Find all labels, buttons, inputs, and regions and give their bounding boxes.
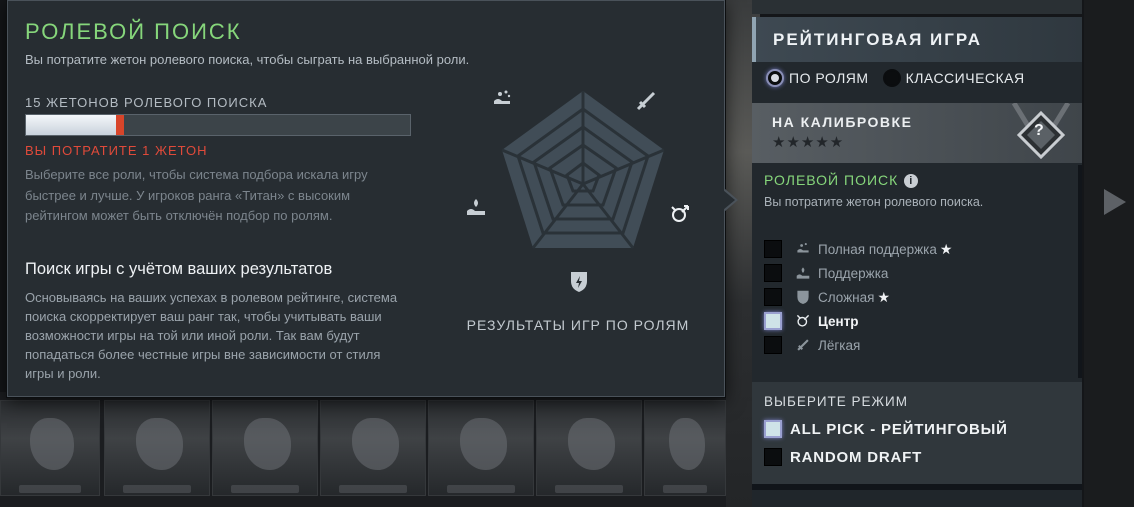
game-mode-label: ALL PICK - РЕЙТИНГОВЫЙ [790,420,1008,438]
role-label: Полная поддержка [818,241,937,257]
hard-support-icon [494,90,511,104]
soft-support-icon [796,266,810,280]
tokens-spend-warning: ВЫ ПОТРАТИТЕ 1 ЖЕТОН [25,143,208,158]
star-icon: ★ [939,240,953,257]
game-mode-checkbox[interactable] [764,448,782,466]
soft-support-icon [467,199,485,215]
scrollbar[interactable] [1078,165,1082,378]
role-search-subtitle: Вы потратите жетон ролевого поиска. [764,195,984,209]
radio-role-queue[interactable]: ПО РОЛЯМ [766,69,869,87]
role-mid[interactable]: Центр [764,311,1014,331]
role-label: Сложная [818,289,875,305]
role-label: Центр [818,313,859,329]
role-carry[interactable]: Лёгкая [764,335,1014,355]
role-radar-chart [467,90,689,292]
tokens-spend-marker [116,115,125,135]
hard-support-icon [796,242,810,256]
radar-caption: РЕЗУЛЬТАТЫ ИГР ПО РОЛЯМ [466,317,690,333]
role-search-title: РОЛЕВОЙ ПОИСК i [764,172,919,188]
calibration-card: НА КАЛИБРОВКЕ ★★★★★ ? [752,103,1082,163]
game-mode-checkbox[interactable] [764,420,782,438]
tokens-count-label: 15 ЖЕТОНОВ РОЛЕВОГО ПОИСКА [25,95,268,110]
matchmaking-type-selector: ПО РОЛЯМ КЛАССИЧЕСКАЯ [766,66,1025,90]
radio-label: ПО РОЛЯМ [789,70,869,86]
role-search-tooltip: РОЛЕВОЙ ПОИСК Вы потратите жетон ролевог… [7,0,725,397]
star-icon: ★ [877,288,891,305]
hero-tile[interactable] [320,400,426,496]
radio-indicator[interactable] [766,69,784,87]
sword-icon [636,91,656,111]
role-offlane[interactable]: Сложная ★ [764,287,1014,307]
role-checkbox[interactable] [764,336,782,354]
role-search-title-text: РОЛЕВОЙ ПОИСК [764,172,899,188]
performance-heading: Поиск игры с учётом ваших результатов [25,260,333,278]
role-checkbox[interactable] [764,264,782,282]
role-label: Лёгкая [818,337,861,353]
calibration-stars: ★★★★★ [772,134,845,151]
role-label: Поддержка [818,265,889,281]
radio-classic[interactable]: КЛАССИЧЕСКАЯ [882,69,1025,87]
game-mode-random-draft[interactable]: RANDOM DRAFT [764,448,922,466]
hero-tile[interactable] [644,400,726,496]
panel-bottom-bar [752,484,1082,507]
game-mode-all-pick[interactable]: ALL PICK - РЕЙТИНГОВЫЙ [764,420,1008,438]
role-checkbox[interactable] [764,312,782,330]
carry-icon [796,338,810,352]
game-mode-label: RANDOM DRAFT [790,448,923,466]
carry-icon [571,272,587,292]
hero-tile[interactable] [104,400,210,496]
next-arrow-icon[interactable] [1104,189,1126,215]
tooltip-pointer-inner [723,190,735,210]
hero-tile[interactable] [428,400,534,496]
mid-icon [796,314,810,328]
tooltip-title: РОЛЕВОЙ ПОИСК [25,19,242,44]
calibration-badge-mark: ? [1034,122,1044,139]
hero-tile[interactable] [0,400,100,496]
ranked-panel: ПО РОЛЯМ КЛАССИЧЕСКАЯ НА КАЛИБРОВКЕ ★★★★… [752,62,1082,382]
tokens-progress-fill [26,115,117,135]
performance-description: Основываясь на ваших успехах в ролевом р… [25,290,398,381]
ranked-header: РЕЙТИНГОВАЯ ИГРА [752,17,1082,62]
radio-label: КЛАССИЧЕСКАЯ [905,70,1025,86]
hero-tile[interactable] [536,400,642,496]
radio-indicator[interactable] [882,69,901,87]
tooltip-subtitle: Вы потратите жетон ролевого поиска, чтоб… [25,52,470,67]
hero-tile[interactable] [212,400,318,496]
mid-icon [671,205,689,222]
calibration-label: НА КАЛИБРОВКЕ [772,114,913,130]
game-mode-title: ВЫБЕРИТЕ РЕЖИМ [764,394,908,409]
ranked-title: РЕЙТИНГОВАЯ ИГРА [773,30,983,49]
offlane-icon [796,290,810,304]
role-checkbox[interactable] [764,240,782,258]
role-soft-support[interactable]: Поддержка [764,263,1014,283]
role-hard-support[interactable]: Полная поддержка ★ [764,239,1014,259]
game-mode-section: ВЫБЕРИТЕ РЕЖИМ ALL PICK - РЕЙТИНГОВЫЙ RA… [752,382,1082,484]
background-edge [1084,0,1134,507]
info-icon[interactable]: i [904,174,919,188]
role-checkbox[interactable] [764,288,782,306]
tooltip-description: Выберите все роли, чтобы система подбора… [25,167,368,223]
panel-top-bar [752,0,1082,14]
tokens-progress-bar [25,114,411,136]
